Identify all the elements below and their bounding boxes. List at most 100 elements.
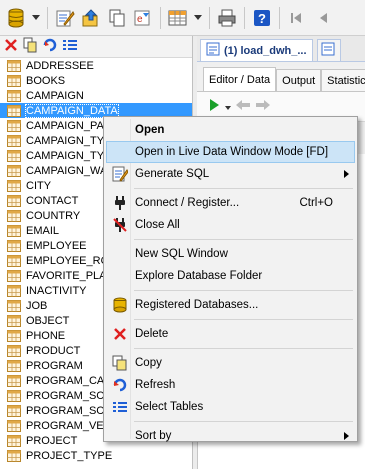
table-icon: [7, 164, 21, 177]
table-icon: [7, 59, 21, 72]
edit-icon[interactable]: [53, 6, 77, 30]
table-row[interactable]: PROJECT_TYPE: [0, 448, 192, 463]
table-name: PHONE: [26, 329, 66, 342]
copy-icon: [112, 355, 128, 371]
menu-separator: [134, 188, 353, 189]
table-icon: [7, 434, 21, 447]
table-name: PROGRAM: [26, 359, 83, 372]
back-icon[interactable]: [235, 99, 251, 114]
dropdown-arrow-icon[interactable]: [30, 6, 42, 30]
table-name: BOOKS: [26, 74, 66, 87]
menu-item-registered-databases[interactable]: Registered Databases...: [106, 294, 355, 316]
table-icon: [7, 374, 21, 387]
database-icon[interactable]: [4, 6, 28, 30]
first-record-icon[interactable]: [285, 6, 309, 30]
toolbar-separator: [244, 6, 245, 29]
table-name: FAVORITE_PLA: [26, 269, 107, 282]
refresh-icon[interactable]: [42, 37, 58, 56]
tab-editor-data[interactable]: Editor / Data: [203, 67, 277, 91]
svg-text:?: ?: [258, 11, 266, 26]
copy-icon[interactable]: [22, 37, 38, 56]
document-tab-other[interactable]: [316, 39, 341, 61]
menu-item-connect-register[interactable]: Connect / Register... Ctrl+O: [106, 192, 355, 214]
table-name: PROGRAM_CAT: [26, 374, 111, 387]
menu-item-open[interactable]: Open: [106, 119, 355, 141]
grid-icon[interactable]: [166, 6, 190, 30]
menu-separator: [134, 239, 353, 240]
main-toolbar: e ?: [0, 0, 365, 36]
menu-item-label: Open in Live Data Window Mode [FD]: [135, 146, 329, 158]
table-icon: [7, 419, 21, 432]
tab-statistic[interactable]: Statistic: [321, 69, 365, 91]
submenu-arrow-icon: [344, 432, 349, 440]
menu-item-label: Explore Database Folder: [135, 270, 263, 282]
run-icon[interactable]: [207, 98, 221, 115]
menu-item-label: Close All: [135, 219, 180, 231]
connect-plug-icon: [112, 195, 128, 211]
menu-item-label: Connect / Register...: [135, 197, 240, 209]
menu-separator: [134, 290, 353, 291]
menu-item-sort-by[interactable]: Sort by: [106, 425, 355, 447]
menu-item-select-tables[interactable]: Select Tables: [106, 396, 355, 418]
menu-item-explore-database-folder[interactable]: Explore Database Folder: [106, 265, 355, 287]
table-icon: [7, 74, 21, 87]
dropdown-arrow-icon[interactable]: [192, 6, 204, 30]
table-row[interactable]: ADDRESSEE: [0, 58, 192, 73]
table-row[interactable]: CAMPAIGN: [0, 88, 192, 103]
menu-separator: [134, 421, 353, 422]
table-icon: [7, 449, 21, 462]
table-icon: [7, 299, 21, 312]
toolbar-separator: [279, 6, 280, 29]
menu-item-shortcut: Ctrl+O: [299, 197, 333, 209]
menu-item-label: Registered Databases...: [135, 299, 259, 311]
copy-icon[interactable]: [105, 6, 129, 30]
close-icon[interactable]: [4, 38, 18, 55]
menu-item-refresh[interactable]: Refresh: [106, 374, 355, 396]
menu-item-close-all[interactable]: Close All: [106, 214, 355, 236]
table-name: CAMPAIGN_DATA: [25, 103, 119, 118]
table-name: PROGRAM_SCR: [26, 404, 113, 417]
submenu-arrow-icon: [344, 170, 349, 178]
table-icon: [7, 389, 21, 402]
table-name: CONTACT: [26, 194, 79, 207]
table-icon: [7, 89, 21, 102]
prev-record-icon[interactable]: [311, 6, 335, 30]
table-icon: [7, 344, 21, 357]
document-tab-active[interactable]: (1) load_dwh_...: [200, 39, 313, 61]
table-name: JOB: [26, 299, 48, 312]
menu-item-delete[interactable]: Delete: [106, 323, 355, 345]
select-tables-icon: [112, 399, 128, 415]
menu-item-open-in-live-data-window-mode-fd[interactable]: Open in Live Data Window Mode [FD]: [106, 141, 355, 163]
generate-sql-icon: [112, 166, 128, 182]
editor-sub-tabs: Editor / Data Output Statistic: [197, 66, 365, 92]
menu-item-generate-sql[interactable]: Generate SQL: [106, 163, 355, 185]
table-name: PROGRAM_VER: [26, 419, 112, 432]
forward-icon[interactable]: [255, 99, 271, 114]
disconnect-plug-icon: [112, 217, 128, 233]
print-icon[interactable]: [215, 6, 239, 30]
table-icon: [7, 269, 21, 282]
sql-edit-icon[interactable]: e: [131, 6, 155, 30]
refresh-icon: [112, 377, 128, 393]
dropdown-arrow-icon[interactable]: [225, 101, 231, 113]
table-name: CITY: [26, 179, 52, 192]
tab-output[interactable]: Output: [276, 69, 322, 91]
menu-item-new-sql-window[interactable]: New SQL Window: [106, 243, 355, 265]
table-name: CAMPAIGN_TYP: [26, 134, 112, 147]
menu-item-label: New SQL Window: [135, 248, 228, 260]
table-icon: [7, 149, 21, 162]
table-name: PROJECT_TYPE: [26, 449, 113, 462]
table-icon: [7, 329, 21, 342]
table-name: OBJECT: [26, 314, 70, 327]
menu-item-copy[interactable]: Copy: [106, 352, 355, 374]
table-row[interactable]: BOOKS: [0, 73, 192, 88]
menu-item-label: Sort by: [135, 430, 172, 442]
table-icon: [7, 119, 21, 132]
select-tables-icon[interactable]: [62, 38, 78, 55]
sql-editor-icon: [321, 42, 335, 59]
table-name: PROJECT: [26, 434, 78, 447]
table-icon: [7, 254, 21, 267]
table-icon: [7, 224, 21, 237]
export-icon[interactable]: [79, 6, 103, 30]
help-icon[interactable]: ?: [250, 6, 274, 30]
